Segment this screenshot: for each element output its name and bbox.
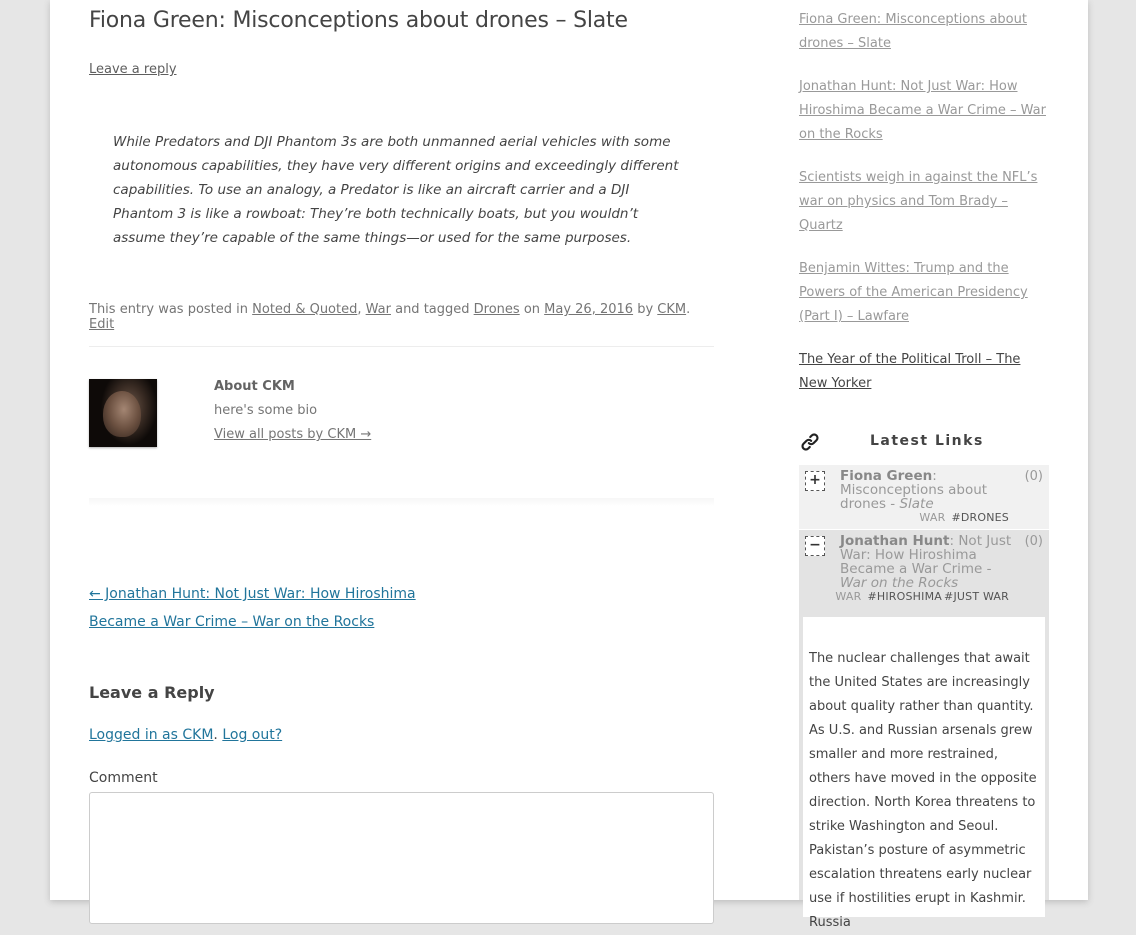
logged-in-line: Logged in as CKM. Log out? [89, 727, 282, 743]
link-source: Slate [899, 496, 934, 512]
link-tag[interactable]: #HIROSHIMA [867, 590, 942, 603]
category-link-war[interactable]: War [366, 302, 391, 317]
link-category[interactable]: WAR [835, 590, 861, 603]
link-category[interactable]: WAR [919, 511, 945, 524]
previous-post-link[interactable]: ← Jonathan Hunt: Not Just War: How Hiros… [89, 580, 419, 636]
recent-post-item: Benjamin Wittes: Trump and the Powers of… [799, 257, 1049, 329]
comment-label: Comment [89, 770, 158, 786]
meta-text: This entry was posted in [89, 302, 253, 317]
link-excerpt: The nuclear challenges that await the Un… [803, 617, 1045, 930]
meta-text: on [519, 302, 545, 317]
meta-text: and tagged [390, 302, 474, 317]
recent-post-item: Jonathan Hunt: Not Just War: How Hiroshi… [799, 75, 1049, 147]
tag-link-drones[interactable]: Drones [474, 302, 520, 317]
collapse-toggle[interactable]: − [805, 536, 825, 556]
recent-post-item: The Year of the Political Troll – The Ne… [799, 348, 1049, 396]
expand-toggle[interactable]: + [805, 471, 825, 491]
comment-textarea[interactable] [89, 792, 714, 924]
author-link[interactable]: CKM [657, 302, 686, 317]
latest-link-item: + Fiona Green: Misconceptions about dron… [799, 465, 1049, 529]
recent-post-link[interactable]: Scientists weigh in against the NFL’s wa… [799, 170, 1037, 233]
latest-link-text[interactable]: Jonathan Hunt: Not Just War: How Hiroshi… [840, 534, 1020, 590]
page-container: Fiona Green: Misconceptions about drones… [50, 0, 1088, 930]
latest-links-header: Latest Links [799, 430, 1049, 458]
comment-count: (0) [1024, 534, 1043, 549]
recent-post-item: Scientists weigh in against the NFL’s wa… [799, 166, 1049, 238]
latest-link-item: − Jonathan Hunt: Not Just War: How Hiros… [799, 530, 1049, 930]
leave-reply-link[interactable]: Leave a reply [89, 62, 177, 77]
recent-post-link[interactable]: The Year of the Political Troll – The Ne… [799, 352, 1020, 391]
author-info: About CKM here's some bio View all posts… [214, 375, 371, 447]
view-all-posts-link[interactable]: View all posts by CKM → [214, 427, 371, 442]
recent-posts-list: Fiona Green: Misconceptions about drones… [799, 8, 1049, 415]
avatar [89, 379, 157, 447]
divider [89, 498, 714, 506]
category-link-noted-quoted[interactable]: Noted & Quoted [252, 302, 357, 317]
meta-text: , [357, 302, 366, 317]
logged-in-link[interactable]: Logged in as CKM [89, 727, 213, 743]
reply-title: Leave a Reply [89, 683, 215, 702]
link-tags: WAR #HIROSHIMA #JUST WAR [835, 590, 1009, 603]
comment-count: (0) [1024, 469, 1043, 484]
link-excerpt-text: The nuclear challenges that await the Un… [809, 651, 1037, 930]
edit-link[interactable]: Edit [89, 317, 114, 332]
latest-links-title: Latest Links [870, 433, 984, 449]
meta-text: . [686, 302, 691, 317]
post-title: Fiona Green: Misconceptions about drones… [89, 8, 628, 33]
author-title: About CKM [214, 379, 295, 394]
link-tag[interactable]: #JUST WAR [944, 590, 1009, 603]
divider [89, 346, 714, 347]
meta-text: by [633, 302, 658, 317]
author-bio: here's some bio [214, 403, 318, 418]
logout-link[interactable]: Log out? [222, 727, 282, 743]
date-link[interactable]: May 26, 2016 [544, 302, 633, 317]
entry-meta: This entry was posted in Noted & Quoted,… [89, 302, 714, 332]
link-icon [801, 433, 819, 451]
post-quote: While Predators and DJI Phantom 3s are b… [113, 134, 679, 246]
recent-post-link[interactable]: Benjamin Wittes: Trump and the Powers of… [799, 261, 1028, 324]
logged-sep: . [213, 727, 223, 743]
recent-post-link[interactable]: Fiona Green: Misconceptions about drones… [799, 12, 1027, 51]
latest-link-text[interactable]: Fiona Green: Misconceptions about drones… [840, 469, 1020, 511]
link-tag[interactable]: #DRONES [951, 511, 1009, 524]
link-source: War on the Rocks [840, 575, 959, 591]
link-tags: WAR #DRONES [919, 511, 1009, 524]
recent-post-item: Fiona Green: Misconceptions about drones… [799, 8, 1049, 56]
recent-post-link[interactable]: Jonathan Hunt: Not Just War: How Hiroshi… [799, 79, 1046, 142]
